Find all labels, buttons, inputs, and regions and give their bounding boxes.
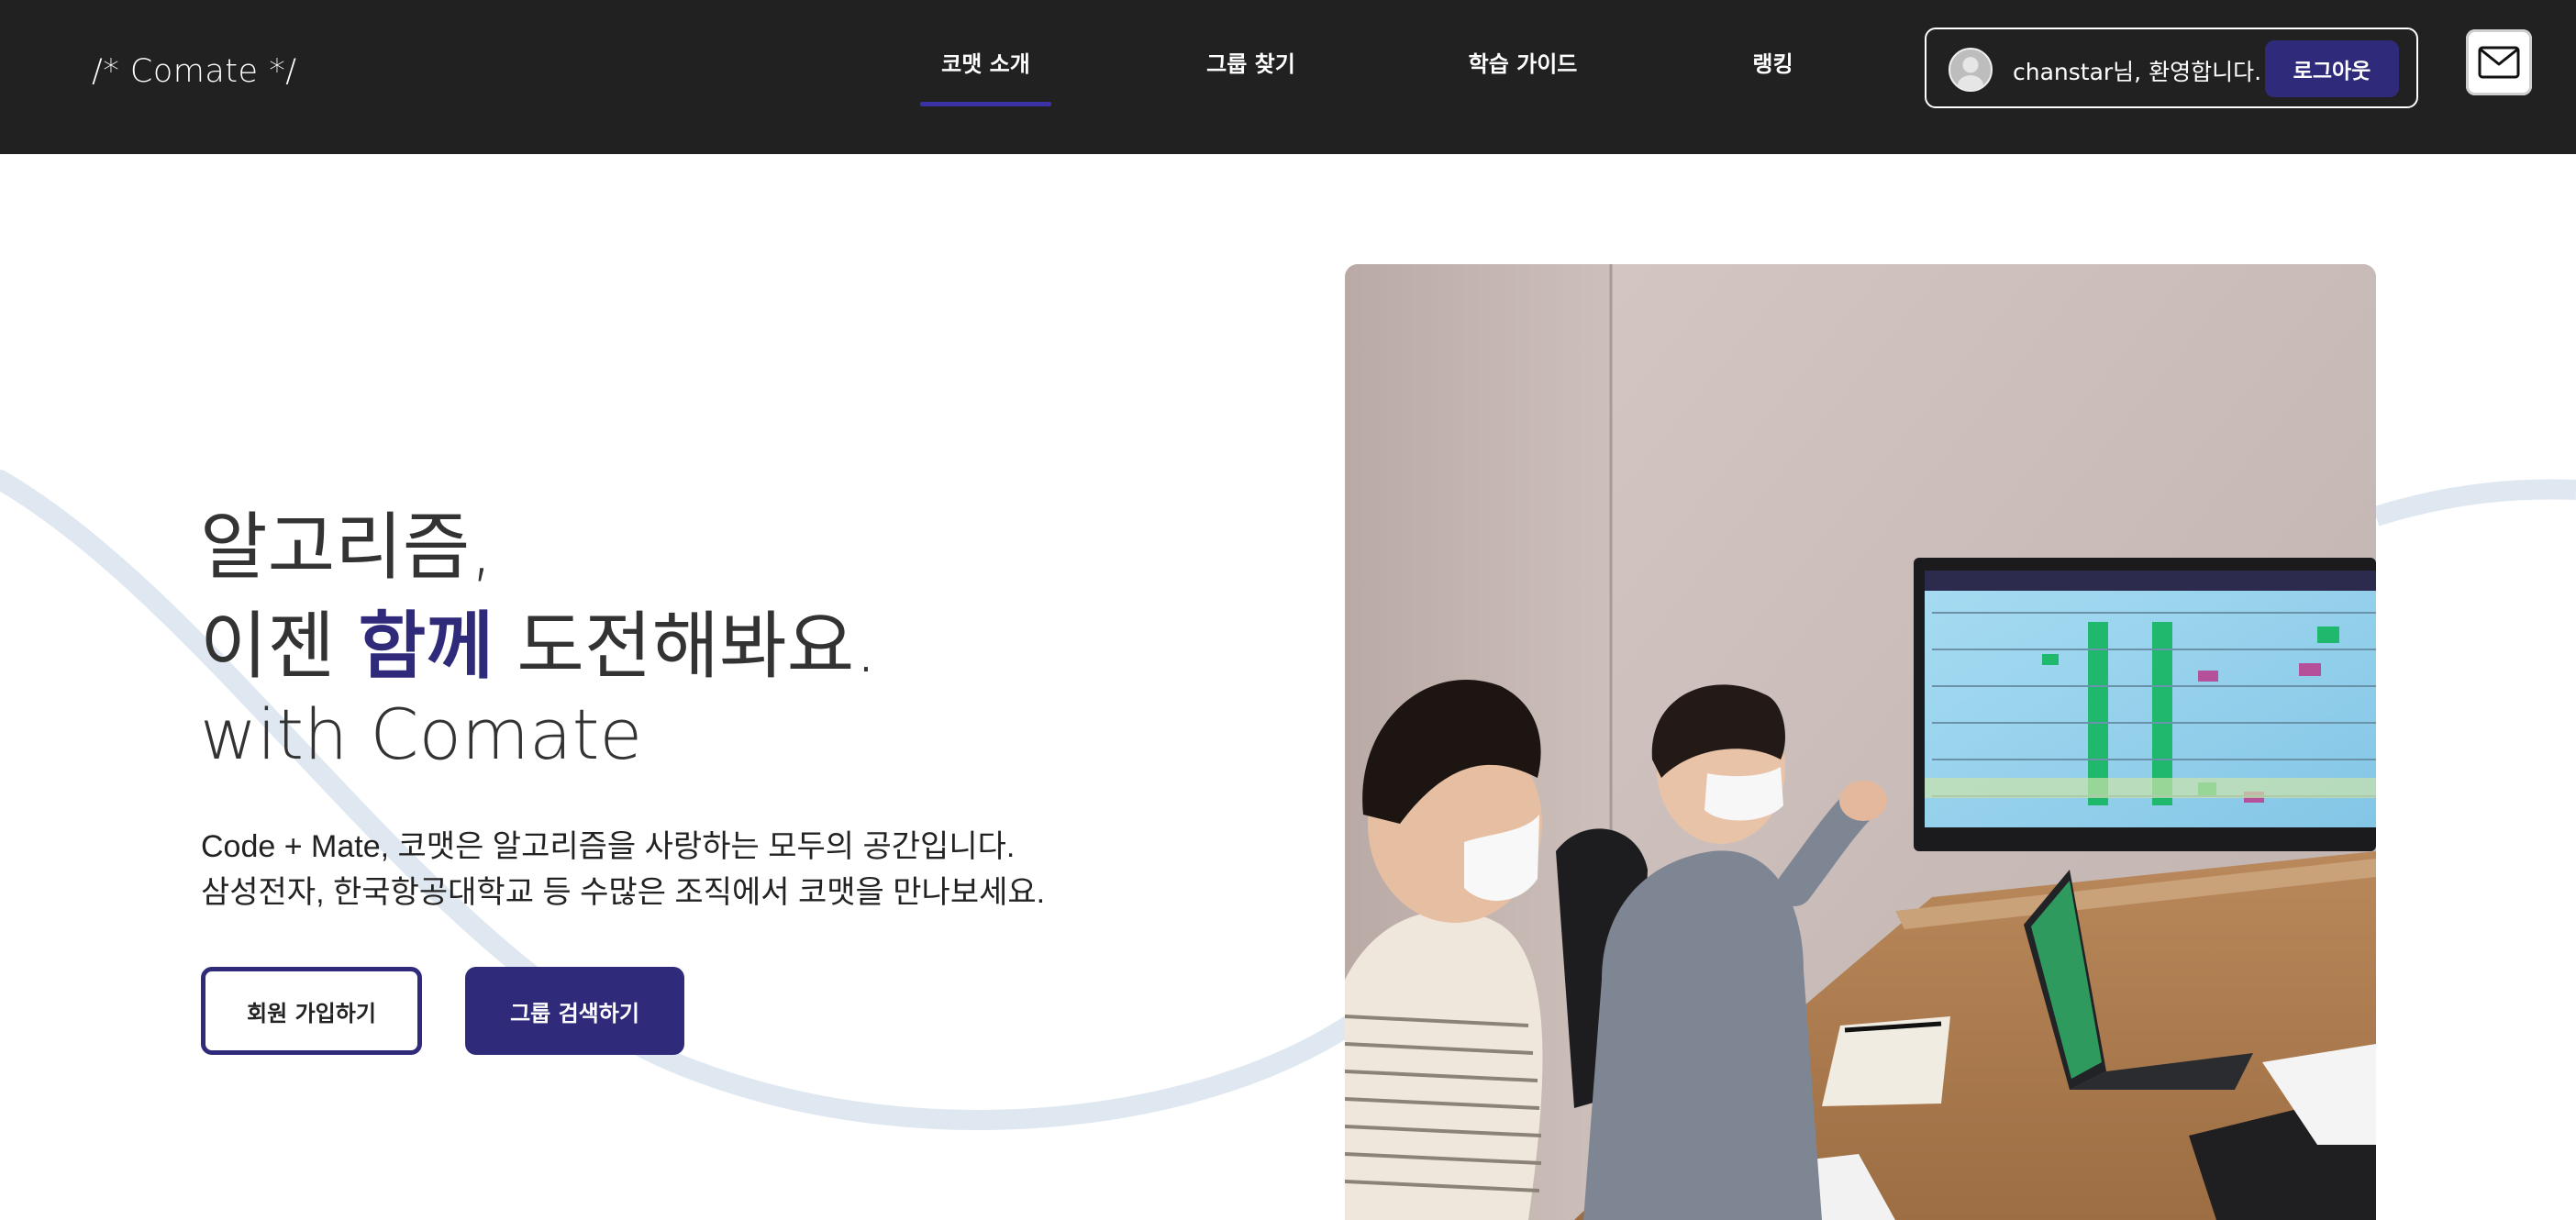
nav-item-study-guide[interactable]: 학습 가이드 — [1440, 46, 1605, 78]
nav-item-find-group[interactable]: 그룹 찾기 — [1185, 46, 1316, 78]
hero-headline-line3: with Comate — [200, 693, 643, 775]
nav-item-ranking[interactable]: 랭킹 — [1734, 46, 1812, 78]
nav-item-about[interactable]: 코맷 소개 — [920, 46, 1051, 78]
top-navigation-bar: /* Comate */ 코맷 소개 그룹 찾기 학습 가이드 랭킹 chans… — [0, 0, 2576, 154]
mail-icon — [2478, 46, 2520, 79]
hero-headline-line2: 이젠 함께 도전해봐요. — [200, 587, 878, 693]
welcome-text: chanstar님, 환영합니다. — [2013, 59, 2262, 85]
hero-headline-suffix: 도전해봐요. — [493, 604, 878, 689]
avatar[interactable] — [1949, 48, 1993, 92]
study-room-illustration — [1345, 264, 2376, 1220]
hero-headline-prefix: 이젠 — [200, 604, 359, 689]
mail-button[interactable] — [2466, 29, 2532, 95]
logout-button[interactable]: 로그아웃 — [2265, 40, 2399, 97]
hero-headline-line1: 알고리즘, — [200, 505, 494, 590]
search-group-button[interactable]: 그룹 검색하기 — [465, 967, 684, 1055]
hero-headline-emphasis: 함께 — [358, 604, 494, 689]
hero-description-line1: Code + Mate, 코맷은 알고리즘을 사랑하는 모두의 공간입니다. — [201, 829, 1016, 864]
hero-description-line2: 삼성전자, 한국항공대학교 등 수많은 조직에서 코맷을 만나보세요. — [201, 875, 1046, 910]
hero-photo — [1345, 264, 2376, 1220]
signup-button[interactable]: 회원 가입하기 — [201, 967, 422, 1055]
active-nav-indicator — [920, 102, 1051, 106]
site-logo[interactable]: /* Comate */ — [92, 53, 297, 90]
user-panel: chanstar님, 환영합니다. 로그아웃 — [1925, 28, 2418, 108]
